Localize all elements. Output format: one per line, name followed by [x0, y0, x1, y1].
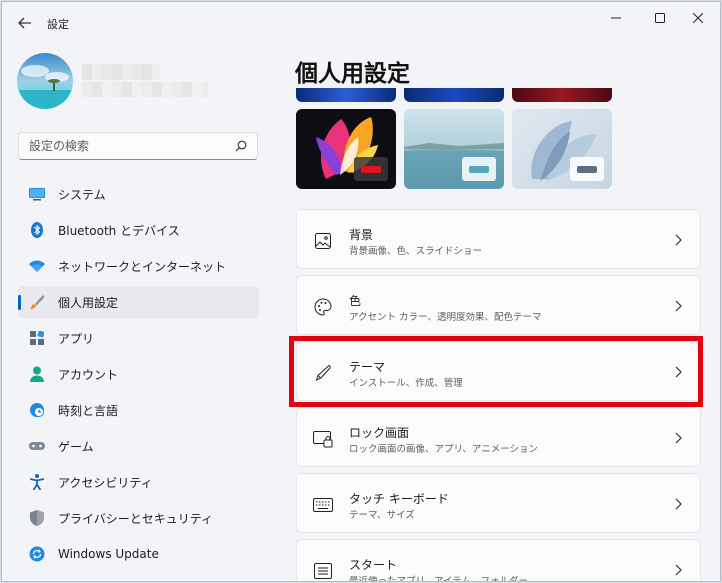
sidebar-item-label: Bluetooth とデバイス	[58, 223, 180, 238]
sidebar-item-apps[interactable]: アプリ	[18, 322, 259, 354]
sidebar-item-label: Windows Update	[58, 547, 159, 561]
back-button[interactable]	[12, 11, 38, 35]
sidebar-item-privacy[interactable]: プライバシーとセキュリティ	[18, 502, 259, 534]
keyboard-icon	[313, 495, 333, 515]
sidebar-nav: システム Bluetooth とデバイス ネットワークとインターネット 個人用設…	[18, 178, 259, 574]
setting-subtitle: テーマ、サイズ	[349, 510, 415, 521]
chevron-right-icon	[672, 364, 684, 380]
gamepad-icon	[28, 437, 46, 455]
sidebar-item-time-language[interactable]: 時刻と言語	[18, 394, 259, 426]
close-button[interactable]	[676, 8, 720, 28]
app-title: 設定	[47, 18, 69, 31]
setting-subtitle: 最近使ったアプリ、アイテム、フォルダー	[349, 576, 528, 582]
theme-thumbnail-bloom[interactable]	[512, 109, 612, 189]
sidebar-item-bluetooth[interactable]: Bluetooth とデバイス	[18, 214, 259, 246]
start-icon	[313, 561, 333, 581]
page-title: 個人用設定	[295, 61, 410, 87]
update-icon	[28, 545, 46, 563]
theme-thumbnail-lake[interactable]	[404, 109, 504, 189]
theme-color-badge	[354, 157, 388, 181]
theme-thumbnail-glow[interactable]	[296, 109, 396, 189]
setting-title: 背景	[349, 228, 374, 242]
settings-list: 背景 背景画像、色、スライドショー 色 アクセント カラー、透明度効果、配色テー…	[296, 209, 701, 582]
brush-icon	[28, 293, 46, 311]
bluetooth-icon	[28, 221, 46, 239]
chevron-right-icon	[672, 298, 684, 314]
sidebar-item-label: 時刻と言語	[58, 403, 119, 418]
setting-touch-keyboard[interactable]: タッチ キーボード テーマ、サイズ	[296, 473, 701, 533]
search-input[interactable]	[29, 139, 235, 153]
chevron-right-icon	[672, 562, 684, 578]
theme-thumbnail-partial[interactable]	[512, 88, 612, 102]
person-icon	[28, 365, 46, 383]
setting-subtitle: ロック画面の画像、アプリ、アニメーション	[349, 444, 539, 455]
accessibility-icon	[28, 473, 46, 491]
setting-title: ロック画面	[349, 426, 410, 440]
pen-icon	[313, 363, 333, 383]
picture-icon	[313, 231, 333, 251]
apps-icon	[28, 329, 46, 347]
arrow-left-icon	[18, 17, 31, 29]
title-bar: 設定	[2, 2, 720, 44]
sidebar-item-accessibility[interactable]: アクセシビリティ	[18, 466, 259, 498]
sidebar-item-label: アクセシビリティ	[58, 475, 153, 490]
setting-lock-screen[interactable]: ロック画面 ロック画面の画像、アプリ、アニメーション	[296, 407, 701, 467]
minimize-button[interactable]	[594, 8, 638, 28]
theme-previews	[296, 88, 720, 203]
lock-screen-icon	[313, 429, 333, 449]
sidebar-item-label: アカウント	[58, 367, 119, 382]
setting-themes[interactable]: テーマ インストール、作成、管理	[296, 341, 701, 401]
theme-color-badge	[570, 157, 604, 181]
setting-start[interactable]: スタート 最近使ったアプリ、アイテム、フォルダー	[296, 539, 701, 582]
sidebar-item-label: プライバシーとセキュリティ	[58, 511, 214, 526]
sidebar-item-gaming[interactable]: ゲーム	[18, 430, 259, 462]
setting-subtitle: 背景画像、色、スライドショー	[349, 246, 483, 257]
theme-thumbnail-partial[interactable]	[296, 88, 396, 102]
setting-subtitle: インストール、作成、管理	[349, 378, 463, 389]
sidebar-item-system[interactable]: システム	[18, 178, 259, 210]
close-icon	[693, 13, 703, 23]
settings-window: 設定 設定の検索 システム Bluetooth とデバイス ネットワークとインタ…	[1, 1, 721, 582]
account-email-redacted	[82, 82, 208, 97]
setting-title: タッチ キーボード	[349, 492, 449, 506]
setting-colors[interactable]: 色 アクセント カラー、透明度効果、配色テーマ	[296, 275, 701, 335]
palette-icon	[313, 297, 333, 317]
setting-title: スタート	[349, 558, 398, 572]
sidebar-item-personalization[interactable]: 個人用設定	[18, 286, 259, 318]
clock-globe-icon	[28, 401, 46, 419]
account-name-redacted	[82, 64, 160, 80]
theme-color-badge	[462, 157, 496, 181]
chevron-right-icon	[672, 496, 684, 512]
minimize-icon	[611, 17, 621, 19]
search-icon	[235, 140, 247, 152]
theme-thumbnail-partial[interactable]	[404, 88, 504, 102]
shield-icon	[28, 509, 46, 527]
sidebar-item-accounts[interactable]: アカウント	[18, 358, 259, 390]
maximize-icon	[655, 13, 665, 23]
sidebar-item-network[interactable]: ネットワークとインターネット	[18, 250, 259, 282]
setting-title: 色	[349, 294, 362, 308]
sidebar-item-label: 個人用設定	[58, 295, 119, 310]
sidebar-item-label: ネットワークとインターネット	[58, 259, 227, 274]
avatar[interactable]	[17, 53, 73, 109]
setting-title: テーマ	[349, 360, 386, 374]
sidebar-item-label: アプリ	[58, 331, 95, 346]
wifi-icon	[28, 257, 46, 275]
search-box[interactable]	[18, 132, 258, 160]
sidebar-item-label: ゲーム	[58, 439, 94, 454]
chevron-right-icon	[672, 232, 684, 248]
setting-subtitle: アクセント カラー、透明度効果、配色テーマ	[349, 312, 542, 323]
chevron-right-icon	[672, 430, 684, 446]
sidebar-item-windows-update[interactable]: Windows Update	[18, 538, 259, 570]
monitor-icon	[28, 185, 46, 203]
sidebar-item-label: システム	[58, 187, 106, 202]
setting-background[interactable]: 背景 背景画像、色、スライドショー	[296, 209, 701, 269]
